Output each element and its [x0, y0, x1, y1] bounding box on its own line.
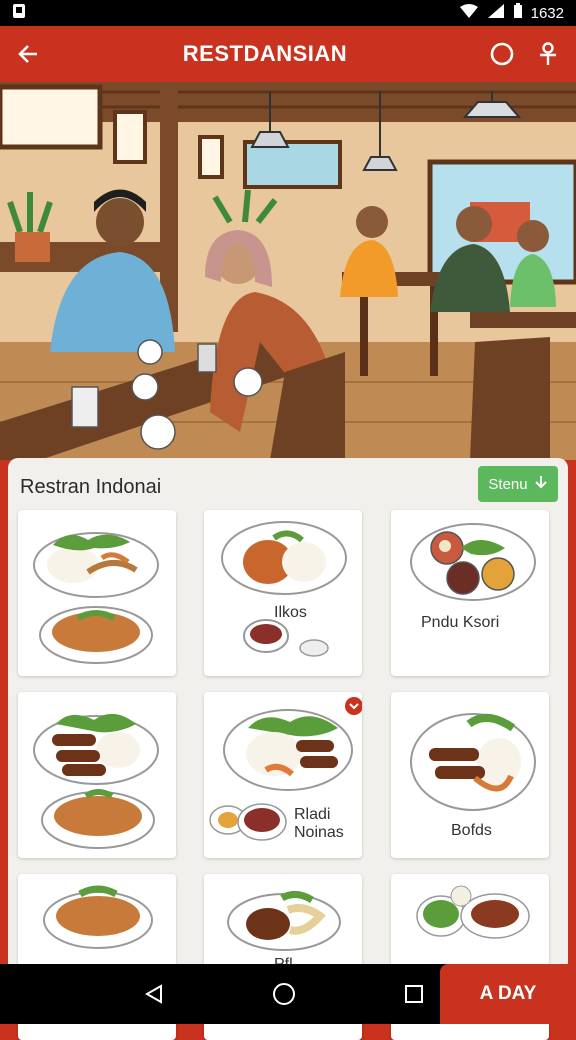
status-bar: 1632 — [0, 0, 576, 26]
food-card-label: Rladi Noinas — [294, 806, 344, 841]
food-card[interactable]: Rladi Noinas — [204, 692, 362, 858]
food-card[interactable]: Pndu Ksori — [391, 510, 549, 676]
circle-icon[interactable] — [484, 36, 520, 72]
battery-icon — [513, 3, 523, 23]
menu-button-label: Stenu — [488, 475, 528, 493]
notification-icon — [12, 3, 26, 23]
food-card[interactable] — [18, 510, 176, 676]
back-arrow-icon[interactable] — [10, 36, 46, 72]
restaurant-hero-illustration — [0, 82, 576, 460]
a-day-button[interactable]: A DAY — [440, 964, 576, 1024]
nav-home-icon[interactable] — [244, 964, 324, 1024]
page-title: RESTDANSIAN — [182, 41, 348, 66]
menu-button[interactable]: Stenu — [478, 466, 558, 502]
signal-icon — [487, 3, 505, 23]
food-card-label: Pndu Ksori — [421, 614, 500, 631]
nav-back-icon[interactable] — [114, 964, 194, 1024]
food-card[interactable] — [18, 692, 176, 858]
wifi-icon — [459, 3, 479, 23]
food-card[interactable]: Bofds — [391, 692, 549, 858]
food-card-label: Bofds — [451, 822, 492, 839]
app-bar: RESTDANSIAN — [0, 26, 576, 82]
food-card[interactable]: Ilkos — [204, 510, 362, 676]
status-time: 1632 — [530, 4, 564, 22]
restaurant-name: Restran Indonai — [20, 476, 162, 498]
share-icon[interactable] — [530, 36, 566, 72]
menu-panel: Restran Indonai Stenu Ilkos Pndu Ksori R… — [8, 458, 568, 1040]
food-card-label: Ilkos — [274, 604, 307, 621]
download-arrow-icon — [534, 474, 548, 494]
